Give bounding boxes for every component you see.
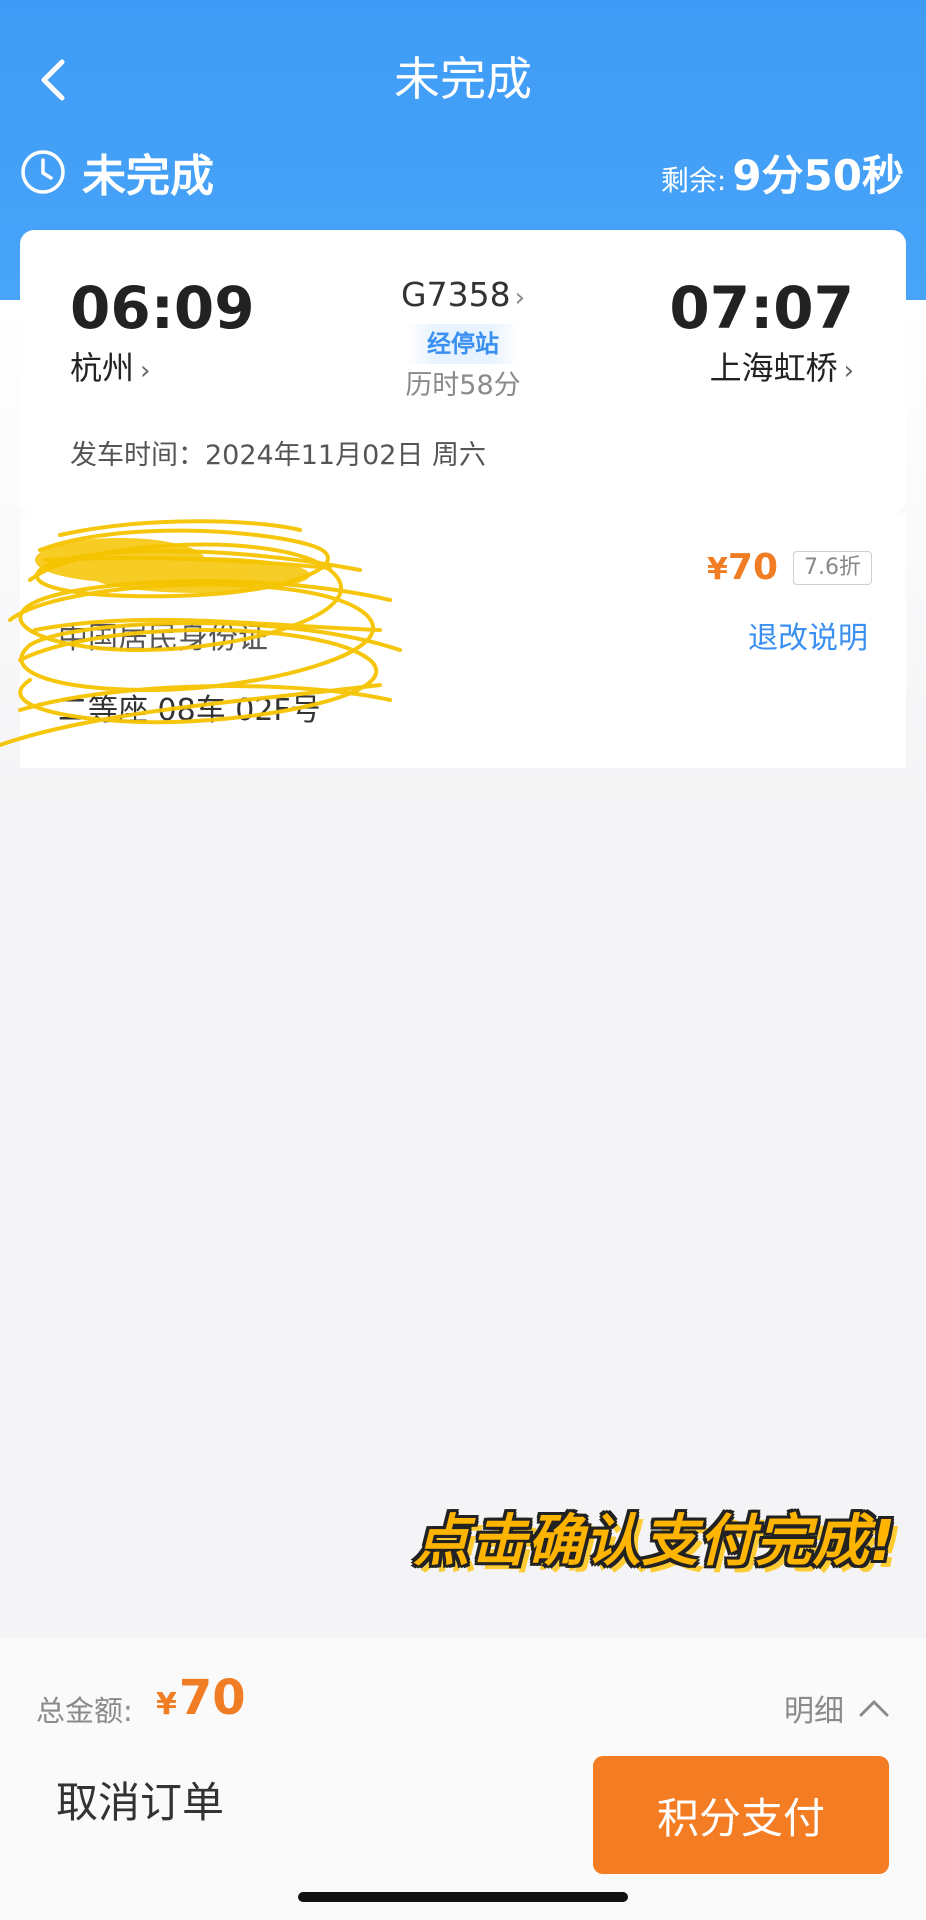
total-amount: ¥70 bbox=[156, 1670, 246, 1726]
price-detail-toggle[interactable]: 明细 bbox=[784, 1680, 890, 1736]
clock-icon bbox=[21, 150, 65, 194]
currency-symbol: ¥ bbox=[156, 1687, 177, 1722]
discount-badge: 7.6折 bbox=[793, 551, 872, 585]
refund-policy-link[interactable]: 退改说明 bbox=[748, 613, 868, 657]
arrival-station-name: 上海虹桥 bbox=[709, 349, 838, 387]
ticket-price-value: 70 bbox=[727, 547, 778, 588]
bottom-payment-bar: 总金额: ¥70 明细 取消订单 积分支付 bbox=[0, 1638, 926, 1920]
chevron-right-icon: › bbox=[514, 283, 525, 313]
detail-label: 明细 bbox=[784, 1694, 844, 1729]
points-pay-button[interactable]: 积分支付 bbox=[593, 1756, 889, 1874]
currency-symbol: ¥ bbox=[707, 552, 728, 587]
passenger-id-type: 中国居民身份证 bbox=[58, 621, 268, 656]
train-info-card: 06:09 杭州 › G7358 › 经停站 历时58分 07:07 上海虹桥 › 发… bbox=[20, 230, 906, 513]
arrival-station[interactable]: 上海虹桥 › bbox=[710, 346, 854, 393]
cancel-order-button[interactable]: 取消订单 bbox=[56, 1768, 224, 1838]
total-amount-value: 70 bbox=[178, 1670, 246, 1726]
chevron-up-icon bbox=[859, 1700, 889, 1717]
remaining-countdown: 9分50秒 bbox=[732, 151, 904, 200]
order-status: 未完成 bbox=[20, 142, 214, 202]
stops-button[interactable]: 经停站 bbox=[408, 324, 518, 364]
ticket-price: ¥70 bbox=[707, 543, 778, 595]
remaining-time: 剩余: 9分50秒 bbox=[661, 142, 904, 202]
page-title: 未完成 bbox=[394, 52, 532, 106]
home-indicator bbox=[298, 1892, 628, 1902]
passenger-seat: 二等座 08车 02F号 bbox=[58, 693, 321, 728]
train-number-text: G7358 bbox=[401, 275, 511, 314]
overlay-caption: 点击确认支付完成! bbox=[413, 1509, 896, 1574]
chevron-right-icon: › bbox=[843, 356, 854, 386]
arrival-time: 07:07 bbox=[669, 274, 854, 342]
status-text: 未完成 bbox=[82, 151, 214, 202]
remaining-label: 剩余: bbox=[660, 164, 727, 197]
passenger-section: 中国居民身份证 二等座 08车 02F号 ¥70 7.6折 退改说明 bbox=[20, 513, 906, 768]
departure-date: 发车时间：2024年11月02日 周六 bbox=[70, 440, 487, 471]
total-label: 总金额: bbox=[36, 1694, 133, 1728]
